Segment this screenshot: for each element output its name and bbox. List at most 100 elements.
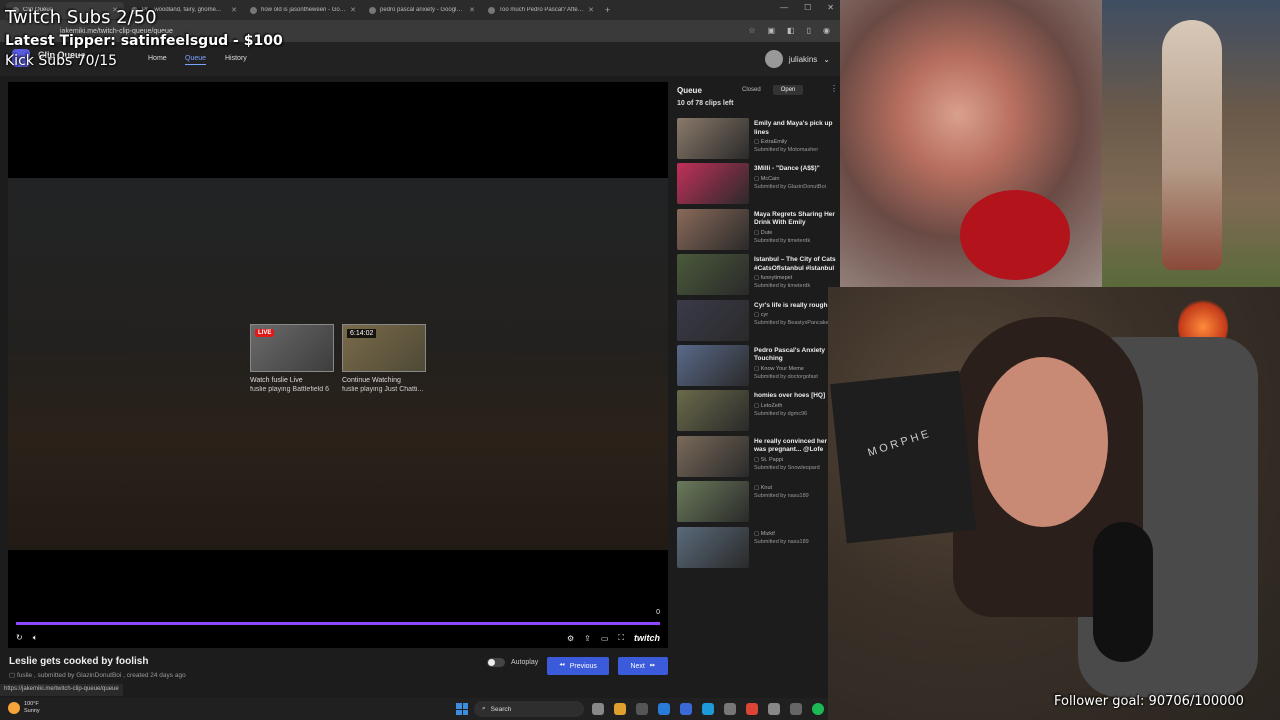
autoplay-toggle[interactable]: Autoplay: [487, 658, 538, 667]
tab-favicon-icon: [369, 6, 376, 14]
queue-item-thumbnail[interactable]: [677, 390, 749, 432]
toggle-switch[interactable]: [487, 658, 505, 667]
queue-item[interactable]: Cyr's life is really rough ▢ cyr Submitted…: [677, 299, 840, 345]
follower-goal-overlay: Follower goal: 90706/100000: [1054, 694, 1244, 709]
extension-icon[interactable]: ▣: [767, 26, 775, 35]
task-view-icon[interactable]: [592, 703, 604, 715]
endcard-continue[interactable]: 6:14:02 Continue Watching fuslie playing…: [342, 324, 426, 393]
browser-icon[interactable]: [702, 703, 714, 715]
close-tab-icon[interactable]: ✕: [588, 6, 594, 14]
file-explorer-icon[interactable]: [614, 703, 626, 715]
browser-tab[interactable]: Too much Pedro Pascal? After ... ✕: [482, 2, 600, 19]
queue-item-thumbnail[interactable]: [677, 481, 749, 523]
rewind-icon: ⏪︎: [559, 662, 565, 669]
more-options-icon[interactable]: ⋮: [830, 84, 838, 93]
browser-tab[interactable]: how old is jasontheween - Goo... ✕: [244, 2, 362, 19]
queue-item-channel: Dute: [760, 229, 773, 236]
clip-meta: ▢ fuslie , submitted by GlazinDonutBoi ,…: [9, 672, 186, 679]
queue-item[interactable]: Maya Regrets Sharing Her Drink With Emil…: [677, 208, 840, 254]
channel-icon: ▢: [754, 175, 761, 182]
new-tab-button[interactable]: +: [605, 5, 610, 15]
queue-item-title: Emily and Maya's pick up lines: [754, 120, 833, 136]
queue-item-channel: ExtraEmily: [760, 139, 788, 145]
search-icon: ⌕: [482, 705, 486, 712]
nav-history[interactable]: History: [225, 55, 247, 62]
taskbar: 100°F Sunny ⌕ Search: [0, 698, 840, 720]
fullscreen-icon[interactable]: ⛶: [618, 633, 624, 643]
minimize-icon[interactable]: —: [780, 3, 788, 12]
chevron-down-icon: ⌄: [823, 54, 830, 64]
profile-icon[interactable]: ◉: [823, 26, 830, 35]
queue-item-submitter: Submitted by GlazinDonutBoi: [754, 183, 826, 190]
queue-item[interactable]: Pedro Pascal's Anxiety Touching ▢ Know Yo…: [677, 344, 840, 390]
queue-item[interactable]: ▢ Knut Submitted by nasu189: [677, 481, 840, 526]
extensions-puzzle-icon[interactable]: ◧: [787, 26, 795, 35]
queue-item[interactable]: Emily and Maya's pick up lines ▢ ExtraEmi…: [677, 118, 840, 163]
browser-tab[interactable]: pedro pascal anxiety - Google ... ✕: [363, 2, 481, 19]
kick-subs-overlay: Kick Subs 70/15: [5, 53, 118, 69]
palette-case: MORPHE: [829, 370, 977, 544]
app-icon[interactable]: [790, 703, 802, 715]
queue-closed-tab[interactable]: Closed: [734, 85, 769, 95]
queue-item[interactable]: homies over hoes [HQ] ▢ LetoZeth Submitted…: [677, 390, 840, 435]
endcard-thumbnail: 6:14:02: [342, 324, 426, 372]
queue-item[interactable]: 3Milli - "Dance (A$$)" ▢ McCain Submitted …: [677, 163, 840, 208]
channel-icon: ▢: [754, 229, 761, 236]
queue-item[interactable]: ▢ Mizkif Submitted by nasu189: [677, 526, 840, 572]
video-player[interactable]: LIVE Watch fuslie Live fuslie playing Ba…: [8, 82, 668, 648]
close-window-icon[interactable]: ✕: [827, 3, 834, 12]
player-controls: ↻ 🔈︎ ⚙ ⇪ ▭ ⛶ twitch: [8, 630, 668, 646]
channel-icon: ▢: [754, 365, 761, 372]
queue-item[interactable]: He really convinced her she was pregnant…: [677, 435, 840, 481]
queue-item-thumbnail[interactable]: [677, 526, 749, 568]
share-icon[interactable]: ⇪: [584, 634, 591, 643]
queue-open-tab[interactable]: Open: [772, 85, 804, 95]
chrome-icon[interactable]: [746, 703, 758, 715]
settings-gear-icon[interactable]: ⚙: [567, 634, 574, 643]
weather-widget[interactable]: 100°F Sunny: [8, 701, 40, 715]
username: juliakins: [788, 54, 818, 64]
costume-figure: [1162, 20, 1222, 270]
app-icon[interactable]: [768, 703, 780, 715]
close-tab-icon[interactable]: ✕: [350, 6, 356, 14]
nav-home[interactable]: Home: [148, 55, 167, 62]
tab-favicon-icon: [488, 6, 495, 14]
window-controls: — ☐ ✕: [780, 3, 834, 12]
autoplay-label: Autoplay: [511, 659, 539, 666]
app-icon[interactable]: [636, 703, 648, 715]
taskbar-search[interactable]: ⌕ Search: [474, 701, 584, 717]
windows-start-icon[interactable]: [456, 703, 468, 715]
queue-item-thumbnail[interactable]: [677, 254, 749, 296]
queue-item-thumbnail[interactable]: [677, 435, 749, 477]
maximize-icon[interactable]: ☐: [804, 3, 811, 12]
app-icon[interactable]: [680, 703, 692, 715]
bookmark-star-icon[interactable]: ☆: [748, 26, 755, 35]
queue-item[interactable]: Istanbul – The City of Cats #CatsOfIstan…: [677, 254, 840, 299]
fast-forward-icon: ⏩︎: [649, 662, 656, 669]
queue-item-channel: funnytimepet: [760, 275, 793, 282]
queue-item-thumbnail[interactable]: [677, 163, 749, 205]
sidebar-icon[interactable]: ▯: [807, 26, 811, 35]
endcard-live[interactable]: LIVE Watch fuslie Live fuslie playing Ba…: [250, 324, 334, 393]
app-icon[interactable]: [724, 703, 736, 715]
previous-button[interactable]: ⏪︎ Previous: [547, 657, 609, 675]
queue-item-thumbnail[interactable]: [677, 299, 749, 341]
theater-mode-icon[interactable]: ▭: [601, 634, 609, 643]
end-cards: LIVE Watch fuslie Live fuslie playing Ba…: [250, 324, 426, 393]
address-bar-icons: ☆ ▣ ◧ ▯ ◉: [748, 26, 830, 35]
queue-item-thumbnail[interactable]: [677, 208, 749, 250]
next-button[interactable]: Next ⏩︎: [618, 657, 668, 675]
chat-icon: ▢: [9, 672, 17, 679]
queue-item-thumbnail[interactable]: [677, 344, 749, 386]
user-menu[interactable]: juliakins ⌄: [764, 50, 830, 68]
seek-bar[interactable]: [16, 622, 660, 625]
volume-icon[interactable]: 🔈︎: [33, 633, 38, 643]
queue-item-thumbnail[interactable]: [677, 118, 749, 159]
close-tab-icon[interactable]: ✕: [231, 6, 237, 14]
replay-icon[interactable]: ↻: [16, 633, 23, 643]
nav-queue[interactable]: Queue: [185, 55, 207, 65]
twitch-logo[interactable]: twitch: [634, 633, 660, 643]
spotify-icon[interactable]: [812, 703, 824, 715]
close-tab-icon[interactable]: ✕: [469, 6, 475, 14]
edge-icon[interactable]: [658, 703, 670, 715]
